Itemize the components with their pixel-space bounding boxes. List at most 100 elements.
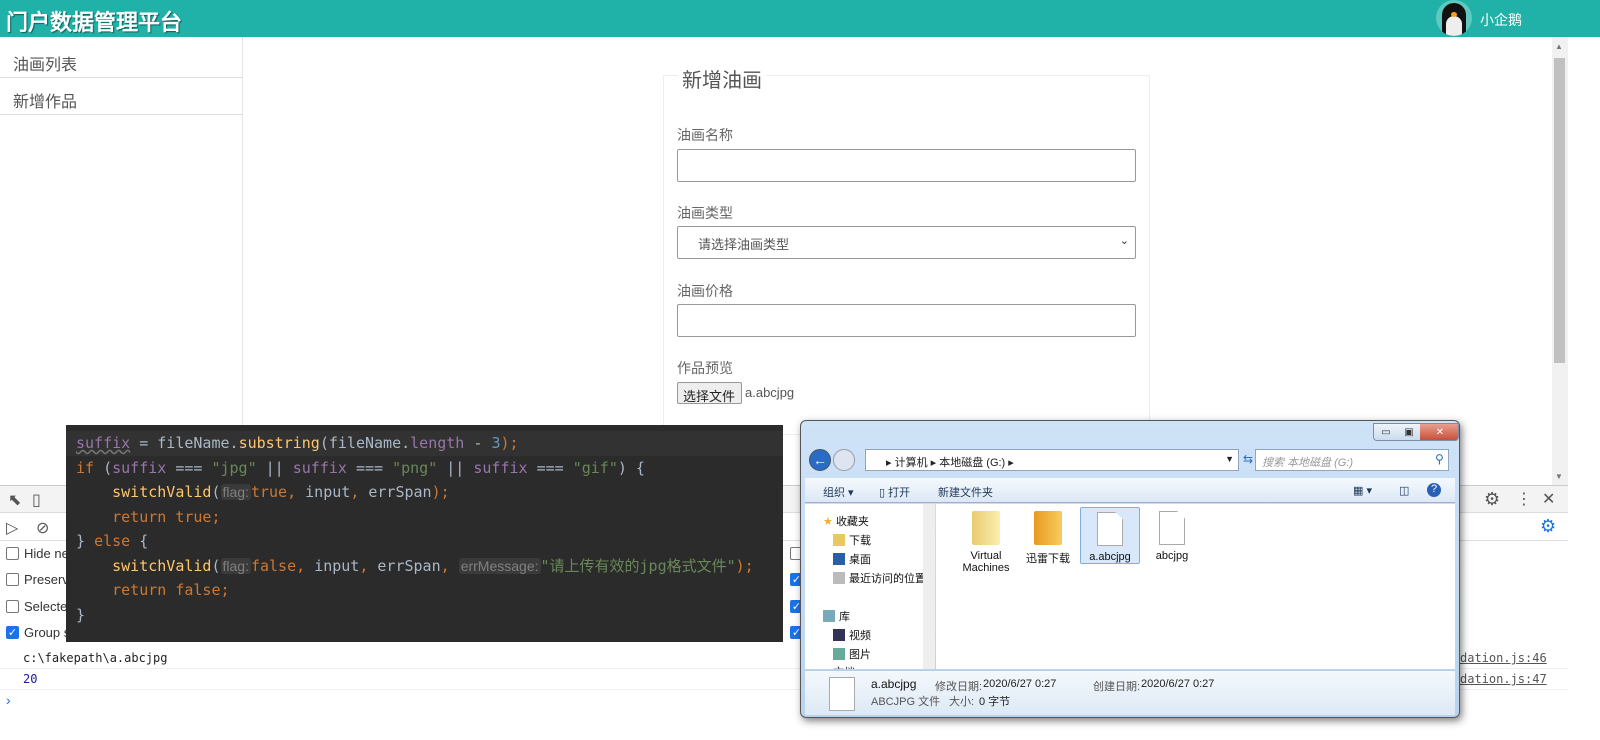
nav-recent[interactable]: 最近访问的位置 (833, 570, 926, 586)
new-folder-button[interactable]: 新建文件夹 (938, 484, 993, 500)
file-icon: ▯ (879, 487, 886, 499)
sidebar-toggle-icon[interactable]: ▷ (6, 518, 18, 538)
open-button[interactable]: ▯ 打开 (879, 484, 910, 500)
inspect-element-icon[interactable]: ⬉ (8, 490, 21, 510)
checkbox[interactable]: ✓ (6, 626, 19, 639)
code-line: } (76, 603, 783, 628)
more-options-icon[interactable]: ⋮ (1516, 489, 1532, 509)
console-text: c:\fakepath\a.abcjpg (23, 651, 168, 665)
file-explorer-window: ▭ ▣ ✕ ← ▸ 计算机 ▸ 本地磁盘 (G:) ▸ ▼ ⇆ 搜索 本地磁盘 (… (800, 420, 1460, 718)
checkbox[interactable] (6, 547, 19, 560)
file-name: abcjpg (1155, 550, 1189, 562)
nav-documents[interactable]: 文档 (833, 664, 855, 669)
scroll-down-icon[interactable]: ▼ (1555, 472, 1563, 481)
desktop-icon (833, 553, 845, 565)
code-token: true (250, 483, 288, 501)
forward-arrow-icon[interactable] (833, 449, 855, 471)
search-icon[interactable]: ⚲ (1435, 452, 1444, 466)
code-token: } (76, 605, 86, 624)
maximize-icon[interactable]: ▣ (1398, 424, 1420, 440)
code-token: ( (211, 556, 221, 575)
device-toggle-icon[interactable]: ▯ (32, 490, 41, 510)
file-item[interactable]: 迅雷下载 (1018, 507, 1078, 565)
help-icon[interactable]: ? (1427, 483, 1441, 497)
detail-size: 0 字节 (979, 696, 1011, 708)
address-bar[interactable]: ▸ 计算机 ▸ 本地磁盘 (G:) ▸ ▼ (865, 449, 1239, 471)
clear-console-icon[interactable]: ⊘ (36, 518, 49, 538)
nav-downloads[interactable]: 下载 (833, 532, 871, 548)
explorer-search-input[interactable]: 搜索 本地磁盘 (G:) (1255, 449, 1449, 471)
view-options-icon[interactable]: ▦ ▾ (1353, 484, 1372, 497)
checkbox[interactable] (6, 573, 19, 586)
console-settings-gear-icon[interactable]: ⚙ (1540, 516, 1556, 537)
nav-libraries[interactable]: 库 (823, 608, 850, 624)
username[interactable]: 小企鹅 (1480, 10, 1522, 30)
file-item[interactable]: abcjpg (1142, 507, 1202, 564)
checkbox[interactable] (6, 600, 19, 613)
code-token: === (166, 458, 212, 477)
code-token: length (410, 434, 465, 452)
refresh-icon[interactable]: ⇆ (1243, 452, 1253, 466)
nav-favorites[interactable]: ★ 收藏夹 (823, 513, 869, 529)
nav-pictures[interactable]: 图片 (833, 646, 871, 662)
preview-label: 作品预览 (677, 360, 733, 376)
nav-label: 最近访问的位置 (849, 573, 926, 585)
price-input[interactable] (677, 304, 1136, 337)
nav-label: 收藏夹 (835, 516, 869, 528)
nav-label: 文档 (833, 667, 855, 669)
scrollbar-thumb[interactable] (1554, 58, 1565, 363)
choose-file-button[interactable]: 选择文件 (677, 382, 742, 404)
code-token: , (287, 483, 306, 501)
console-text: 20 (23, 672, 38, 686)
code-token: } (76, 532, 95, 550)
code-token: suffix (76, 434, 131, 452)
close-window-icon[interactable]: ✕ (1420, 424, 1458, 440)
code-token: errSpan (368, 483, 432, 501)
close-icon[interactable]: ✕ (1542, 489, 1555, 509)
downloads-icon (833, 534, 845, 546)
minimize-icon[interactable]: ▭ (1374, 424, 1398, 440)
nav-videos[interactable]: 视频 (833, 627, 871, 643)
code-line: return false; (76, 578, 783, 603)
code-snippet-overlay: suffix = fileName.substring(fileName.len… (66, 425, 783, 642)
breadcrumb-computer[interactable]: 计算机 (895, 457, 928, 469)
nav-scrollbar[interactable] (923, 504, 935, 669)
organize-button[interactable]: 组织 ▾ (823, 484, 854, 500)
gear-icon[interactable]: ⚙ (1484, 489, 1500, 510)
name-input[interactable] (677, 149, 1136, 182)
checkbox-label: Hide ne (24, 546, 69, 561)
source-link[interactable]: dation.js:46 (1460, 651, 1547, 665)
detail-type: ABCJPG 文件 (871, 696, 941, 708)
nav-desktop[interactable]: 桌面 (833, 551, 871, 567)
code-token: "请上传有效的jpg格式文件" (540, 556, 736, 575)
price-label: 油画价格 (677, 283, 733, 299)
sidebar-item-add-work[interactable]: 新增作品 (0, 77, 243, 115)
code-line: switchValid(flag: false, input, errSpan, … (76, 554, 783, 579)
avatar[interactable] (1436, 0, 1472, 36)
detail-modified-label: 修改日期: (935, 681, 983, 693)
code-token: if (76, 458, 95, 477)
code-token: === (346, 458, 393, 477)
detail-size-label: 大小: (949, 696, 975, 708)
breadcrumb-drive[interactable]: 本地磁盘 (G:) (939, 457, 1005, 469)
type-select-value: 请选择油画类型 (698, 237, 790, 252)
back-arrow-icon[interactable]: ← (809, 449, 831, 471)
file-item[interactable]: Virtual Machines (956, 507, 1016, 574)
address-dropdown-icon[interactable]: ▼ (1225, 454, 1234, 464)
nav-label: 图片 (849, 649, 871, 661)
code-token: "png" (392, 458, 438, 477)
file-item[interactable]: a.abcjpg (1080, 507, 1140, 564)
type-select[interactable]: 请选择油画类型 ⌄ (677, 226, 1136, 259)
code-token: ( (94, 458, 113, 477)
console-prompt[interactable]: › (6, 692, 11, 708)
code-token: ); (431, 483, 450, 501)
code-token: || (256, 458, 293, 477)
checkbox-label: Group s (24, 625, 71, 640)
source-link[interactable]: dation.js:47 (1460, 672, 1547, 686)
preview-pane-icon[interactable]: ◫ (1399, 484, 1409, 497)
sidebar-item-painting-list[interactable]: 油画列表 (0, 40, 243, 78)
scroll-up-icon[interactable]: ▲ (1555, 42, 1563, 51)
